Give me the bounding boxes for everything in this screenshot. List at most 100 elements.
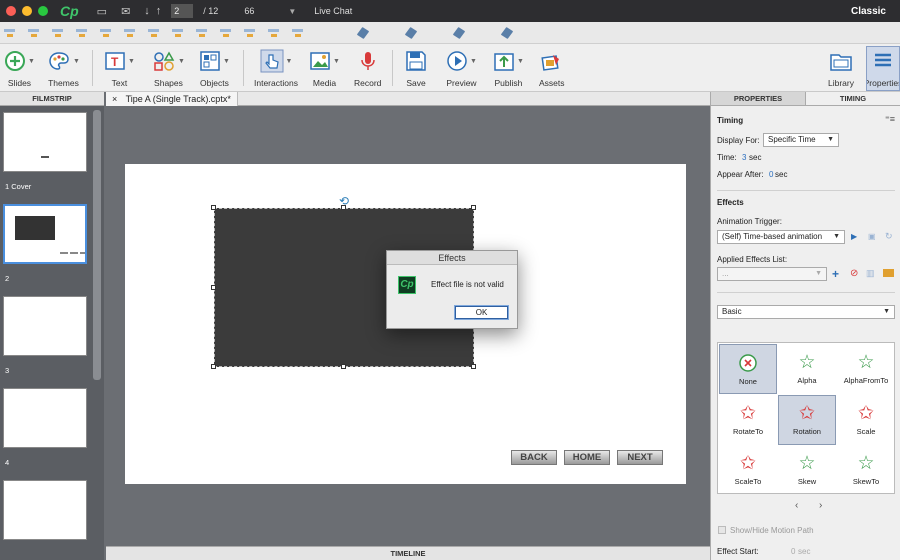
same-width-icon[interactable] xyxy=(196,27,207,38)
appear-after-input[interactable]: 0 xyxy=(769,170,773,179)
applied-effects-select[interactable]: ... ▼ xyxy=(717,267,827,281)
arrow-up-icon[interactable]: ↑ xyxy=(156,5,162,17)
resize-handle[interactable] xyxy=(211,364,216,369)
align-middle-icon[interactable] xyxy=(100,27,111,38)
effect-start-input[interactable]: 0 xyxy=(791,547,795,556)
distribute-vertical-icon[interactable] xyxy=(172,27,183,38)
effect-alpha[interactable]: ☆ Alpha xyxy=(778,344,836,394)
align-center-icon[interactable] xyxy=(28,27,39,38)
center-stage-icon[interactable] xyxy=(268,27,279,38)
document-tab[interactable]: × Tipe A (Single Track).cptx* xyxy=(106,92,238,106)
folder-icon[interactable] xyxy=(883,269,894,277)
display-for-select[interactable]: Specific Time ▼ xyxy=(763,133,839,147)
close-window-button[interactable] xyxy=(6,6,16,16)
resize-handle[interactable] xyxy=(471,364,476,369)
chevron-down-icon[interactable]: ▼ xyxy=(288,7,296,16)
slide-thumbnail-5[interactable] xyxy=(3,480,87,540)
align-stage-icon[interactable] xyxy=(292,27,303,38)
effect-skew[interactable]: ☆ Skew xyxy=(778,445,836,495)
add-effect-icon[interactable]: + xyxy=(832,267,839,281)
zoom-select[interactable]: 66 xyxy=(244,6,284,16)
publish-label: Publish xyxy=(494,78,523,88)
slide-thumbnail-3[interactable] xyxy=(3,296,87,356)
home-button[interactable]: HOME xyxy=(564,450,610,465)
resize-handle[interactable] xyxy=(471,205,476,210)
slides-button[interactable]: ▼ Slides xyxy=(4,48,35,88)
screen-icon[interactable]: ▭ xyxy=(97,5,107,18)
library-button[interactable]: Library xyxy=(828,48,854,88)
media-button[interactable]: ▼ Media xyxy=(309,48,340,88)
slide-thumbnail-4[interactable] xyxy=(3,388,87,448)
chevron-right-icon[interactable]: › xyxy=(819,500,822,511)
same-size-icon[interactable] xyxy=(244,27,255,38)
shapes-button[interactable]: ▼ Shapes xyxy=(152,48,185,88)
back-button[interactable]: BACK xyxy=(511,450,557,465)
effect-rotate-to[interactable]: ✩ RotateTo xyxy=(719,395,777,445)
mail-icon[interactable]: ✉ xyxy=(121,5,130,18)
rotate-handle-icon[interactable]: ⟲ xyxy=(339,194,349,208)
slide-thumbnail-1[interactable] xyxy=(3,112,87,172)
resize-handle[interactable] xyxy=(341,364,346,369)
text-button[interactable]: T ▼ Text xyxy=(104,48,135,88)
workspace-switcher[interactable]: Classic xyxy=(851,6,886,17)
properties-button[interactable]: Properties xyxy=(866,46,900,91)
zoom-window-button[interactable] xyxy=(38,6,48,16)
refresh-icon[interactable]: ↻ xyxy=(885,231,893,242)
objects-button[interactable]: ▼ Objects xyxy=(199,48,230,88)
send-backward-icon[interactable] xyxy=(404,26,418,39)
record-button[interactable]: Record xyxy=(354,48,381,88)
timeline-panel-toggle[interactable]: TIMELINE xyxy=(106,546,710,560)
trash-icon[interactable]: ▥ xyxy=(866,268,875,279)
arrow-down-icon[interactable]: ↓ xyxy=(144,5,150,17)
live-chat-link[interactable]: Live Chat xyxy=(314,6,352,16)
align-left-icon[interactable] xyxy=(4,27,15,38)
effect-category-select[interactable]: Basic ▼ xyxy=(717,305,895,319)
effect-label: SkewTo xyxy=(852,477,880,486)
bring-to-front-icon[interactable] xyxy=(452,26,466,39)
filmstrip-scrollbar[interactable] xyxy=(93,110,101,380)
preview-button[interactable]: ▼ Preview xyxy=(446,48,477,88)
animation-trigger-select[interactable]: (Self) Time-based animation ▼ xyxy=(717,230,845,244)
resize-handle[interactable] xyxy=(211,285,216,290)
effect-alpha-from-to[interactable]: ☆ AlphaFromTo xyxy=(837,344,895,394)
time-value-input[interactable]: 3 xyxy=(742,153,746,162)
distribute-horizontal-icon[interactable] xyxy=(148,27,159,38)
motion-path-checkbox[interactable] xyxy=(718,526,726,534)
next-button[interactable]: NEXT xyxy=(617,450,663,465)
chevron-left-icon[interactable]: ‹ xyxy=(795,500,798,511)
align-right-icon[interactable] xyxy=(52,27,63,38)
effect-none[interactable]: None xyxy=(719,344,777,394)
assets-button[interactable]: Assets xyxy=(539,48,565,88)
effect-scale-to[interactable]: ✩ ScaleTo xyxy=(719,445,777,495)
same-height-icon[interactable] xyxy=(220,27,231,38)
panel-menu-icon[interactable]: ⁼≡ xyxy=(885,114,895,125)
app-logo: Cp xyxy=(60,3,79,19)
no-effect-icon[interactable]: ⊘ xyxy=(850,268,858,279)
align-bottom-icon[interactable] xyxy=(124,27,135,38)
effect-rotation[interactable]: ✩ Rotation xyxy=(778,395,836,445)
tab-properties[interactable]: PROPERTIES xyxy=(711,92,806,105)
slide-thumbnail-2[interactable] xyxy=(3,204,87,264)
align-top-icon[interactable] xyxy=(76,27,87,38)
play-effect-icon[interactable]: ▶ xyxy=(851,232,857,241)
themes-button[interactable]: ▼ Themes xyxy=(47,48,80,88)
send-to-back-icon[interactable] xyxy=(500,26,514,39)
minimize-window-button[interactable] xyxy=(22,6,32,16)
interactions-button[interactable]: ▼ Interactions xyxy=(254,48,298,88)
slide-number-input[interactable]: 2 xyxy=(171,4,194,18)
microphone-icon xyxy=(360,52,375,70)
animation-trigger-label: Animation Trigger: xyxy=(717,217,782,226)
ok-button[interactable]: OK xyxy=(455,306,508,319)
save-effect-icon[interactable]: ▣ xyxy=(868,232,876,241)
close-tab-icon[interactable]: × xyxy=(112,94,117,104)
tab-timing[interactable]: TIMING xyxy=(806,92,900,105)
publish-button[interactable]: ▼ Publish xyxy=(493,48,524,88)
effect-skew-to[interactable]: ☆ SkewTo xyxy=(837,445,895,495)
bring-forward-icon[interactable] xyxy=(356,26,370,39)
slide-label-2: 2 xyxy=(5,274,10,283)
resize-handle[interactable] xyxy=(211,205,216,210)
effect-scale[interactable]: ✩ Scale xyxy=(837,395,895,445)
properties-label: Properties xyxy=(867,78,899,88)
save-button[interactable]: Save xyxy=(405,48,427,88)
library-label: Library xyxy=(828,78,854,88)
